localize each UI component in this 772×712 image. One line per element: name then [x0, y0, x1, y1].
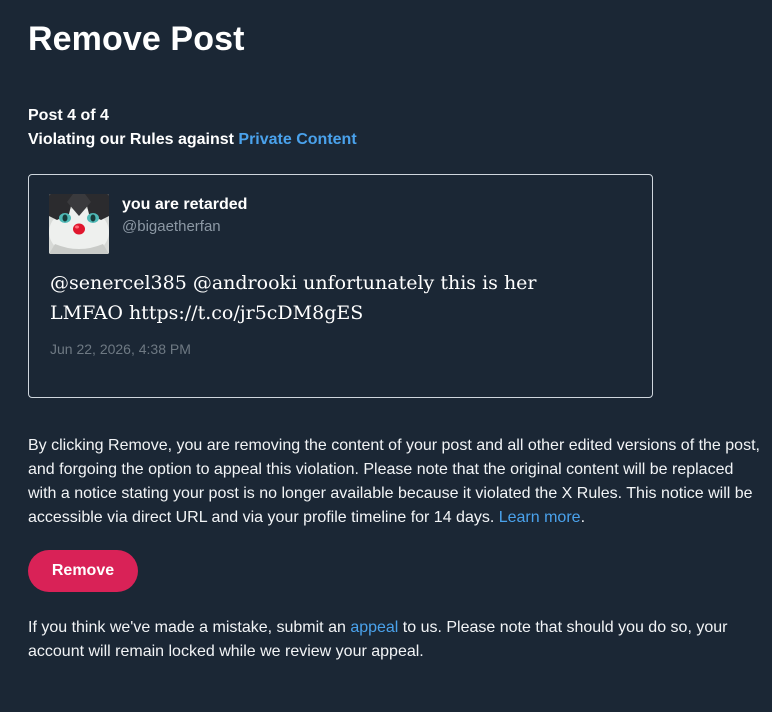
post-preview-card: you are retarded @bigaetherfan @senercel…: [28, 174, 653, 398]
post-text: @senercel385 @androoki unfortunately thi…: [50, 272, 537, 324]
private-content-link[interactable]: Private Content: [238, 131, 356, 148]
appeal-link[interactable]: appeal: [350, 619, 398, 636]
avatar-image: [49, 194, 109, 254]
cat-avatar-icon: [49, 194, 109, 254]
post-author: you are retarded @bigaetherfan: [122, 194, 247, 238]
page-title: Remove Post: [28, 20, 245, 58]
post-timestamp: Jun 22, 2026, 4:38 PM: [50, 341, 191, 357]
author-handle: @bigaetherfan: [122, 218, 221, 235]
author-name: you are retarded: [122, 196, 248, 213]
removal-notice-text: By clicking Remove, you are removing the…: [28, 437, 760, 526]
appeal-notice: If you think we've made a mistake, submi…: [28, 616, 763, 664]
appeal-prefix: If you think we've made a mistake, submi…: [28, 619, 351, 636]
violation-prefix: Violating our Rules against: [28, 131, 239, 148]
removal-notice: By clicking Remove, you are removing the…: [28, 434, 763, 530]
violation-summary: Post 4 of 4 Violating our Rules against …: [28, 104, 763, 152]
violation-line: Violating our Rules against Private Cont…: [28, 128, 763, 152]
remove-button[interactable]: Remove: [28, 550, 138, 592]
post-counter: Post 4 of 4: [28, 107, 109, 124]
removal-notice-suffix: .: [580, 509, 586, 526]
remove-post-page: Remove Post Post 4 of 4 Violating our Ru…: [28, 18, 763, 664]
learn-more-link[interactable]: Learn more: [499, 509, 581, 526]
